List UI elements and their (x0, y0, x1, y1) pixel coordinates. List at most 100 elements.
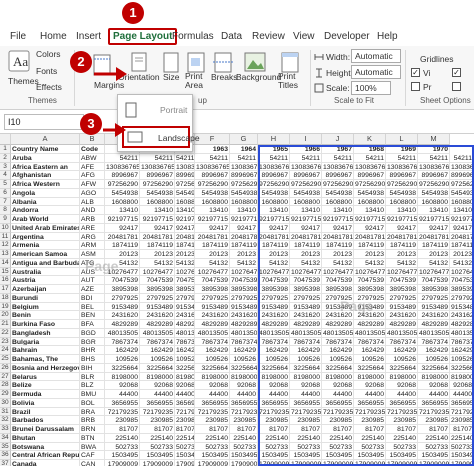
cell-country[interactable]: Africa Eastern an (11, 162, 80, 172)
cell-code[interactable]: CAN (80, 460, 105, 466)
cell-value[interactable]: 48013505 (195, 328, 230, 338)
cell-value[interactable]: 3895398 (105, 285, 140, 294)
cell-value[interactable]: 130836765 (105, 162, 140, 172)
row-header[interactable]: 5 (0, 180, 11, 189)
cell-value[interactable]: 92417 (140, 223, 175, 233)
cell-code[interactable]: ARG (80, 232, 105, 242)
cell-value[interactable]: 72179235 (105, 407, 140, 417)
cell-value[interactable]: 502733 (105, 442, 140, 452)
cell-country[interactable]: Aruba (11, 153, 80, 163)
cell-value[interactable]: 13410 (195, 206, 230, 215)
cell-value[interactable]: 92197715 (230, 215, 258, 224)
cell-value[interactable]: 9153489 (230, 302, 258, 312)
cell-code[interactable]: ARB (80, 215, 105, 224)
cell-value[interactable]: 97256290 (175, 180, 195, 189)
cell-country[interactable]: Canada (11, 460, 80, 466)
cell-value[interactable]: 7867374 (105, 337, 140, 347)
row-header[interactable]: 34 (0, 433, 11, 443)
column-header[interactable]: A (11, 134, 80, 145)
gridlines-view-checkbox[interactable]: ✓ (411, 68, 420, 77)
cell-value[interactable]: 7867374 (195, 337, 230, 347)
cell-country[interactable]: Austria (11, 276, 80, 285)
row-header[interactable]: 19 (0, 302, 11, 312)
cell-value[interactable]: 8198000 (105, 372, 140, 382)
cell-value[interactable]: 1503495 (105, 451, 140, 460)
cell-value[interactable]: 9153489 (195, 302, 230, 312)
cell-country[interactable]: Angola (11, 188, 80, 198)
cell-code[interactable]: ARE (80, 223, 105, 233)
cell-value[interactable]: 20123 (140, 250, 175, 259)
cell-country[interactable]: Belize (11, 381, 80, 390)
cell-code[interactable]: BRB (80, 416, 105, 425)
cell-value[interactable]: 3895398 (195, 285, 230, 294)
cell-country[interactable]: Azerbaijan (11, 285, 80, 294)
cell-value[interactable]: 92068 (175, 381, 195, 390)
cell-value[interactable]: 109526 (230, 355, 258, 364)
cell-value[interactable]: 92068 (105, 381, 140, 390)
cell-value[interactable]: 2431620 (230, 311, 258, 320)
fonts-button[interactable]: Fonts (36, 66, 57, 76)
cell-value[interactable]: 4829289 (140, 320, 175, 329)
cell-value[interactable]: 13410 (230, 206, 258, 215)
cell-value[interactable]: 92068 (140, 381, 175, 390)
row-header[interactable]: 21 (0, 320, 11, 329)
cell-value[interactable]: 230985 (195, 416, 230, 425)
cell-code[interactable]: BIH (80, 363, 105, 373)
cell-value[interactable]: 502733 (175, 442, 195, 452)
cell-value[interactable]: 2797925 (175, 293, 195, 303)
headings-print-checkbox[interactable] (452, 82, 461, 91)
cell-value[interactable]: 92068 (195, 381, 230, 390)
cell-value[interactable]: 230985 (175, 416, 195, 425)
cell-value[interactable]: 2797925 (140, 293, 175, 303)
cell-value[interactable]: 7867374 (175, 337, 195, 347)
cell-value[interactable]: 72179235 (175, 407, 195, 417)
tab-help[interactable]: Help (377, 31, 398, 42)
cell-header-code[interactable]: Code (80, 145, 105, 154)
cell-value[interactable]: 1608800 (140, 197, 175, 207)
cell-value[interactable]: 162429 (175, 346, 195, 355)
cell-value[interactable]: 8996967 (230, 171, 258, 180)
cell-country[interactable]: Central African Repu (11, 451, 80, 460)
cell-value[interactable]: 92197715 (175, 215, 195, 224)
cell-value[interactable]: 109526 (175, 355, 195, 364)
row-header[interactable]: 25 (0, 355, 11, 364)
cell-value[interactable]: 162429 (105, 346, 140, 355)
cell-value[interactable]: 13410 (105, 206, 140, 215)
row-header[interactable]: 37 (0, 460, 11, 466)
cell-value[interactable]: 7047539 (105, 276, 140, 285)
row-header[interactable]: 31 (0, 407, 11, 417)
cell-value[interactable]: 7867374 (230, 337, 258, 347)
cell-country[interactable]: Bahrain (11, 346, 80, 355)
cell-value[interactable]: 48013505 (140, 328, 175, 338)
cell-value[interactable]: 17909009 (230, 460, 258, 466)
column-header[interactable]: L (386, 134, 418, 145)
cell-value[interactable]: 20123 (175, 250, 195, 259)
cell-country[interactable]: Brazil (11, 407, 80, 417)
cell-value[interactable]: 1503495 (140, 451, 175, 460)
cell-value[interactable]: 3225664 (140, 363, 175, 373)
cell-code[interactable]: BHR (80, 346, 105, 355)
cell-value[interactable]: 4829289 (105, 320, 140, 329)
row-header[interactable]: 17 (0, 285, 11, 294)
cell-value[interactable]: 54132 (195, 258, 230, 268)
row-header[interactable]: 32 (0, 416, 11, 425)
cell-value[interactable]: 81707 (140, 425, 175, 434)
cell-value[interactable]: 1874119 (230, 241, 258, 250)
cell-country[interactable]: Barbados (11, 416, 80, 425)
cell-value[interactable]: 8996967 (195, 171, 230, 180)
cell-value[interactable]: 109526 (195, 355, 230, 364)
cell-value[interactable]: 54132 (175, 258, 195, 268)
cell-value[interactable]: 2431620 (175, 311, 195, 320)
cell-value[interactable]: 92417 (195, 223, 230, 233)
cell-country[interactable]: Argentina (11, 232, 80, 242)
cell-code[interactable]: AND (80, 206, 105, 215)
row-header[interactable]: 24 (0, 346, 11, 355)
cell-value[interactable]: 81707 (175, 425, 195, 434)
column-header[interactable]: K (354, 134, 386, 145)
row-header[interactable]: 36 (0, 451, 11, 460)
cell-value[interactable]: 3225664 (175, 363, 195, 373)
cell-value[interactable]: 3225664 (105, 363, 140, 373)
cell-value[interactable]: 3656955 (140, 398, 175, 408)
tab-data[interactable]: Data (221, 31, 242, 42)
effects-button[interactable]: Effects (36, 82, 62, 92)
